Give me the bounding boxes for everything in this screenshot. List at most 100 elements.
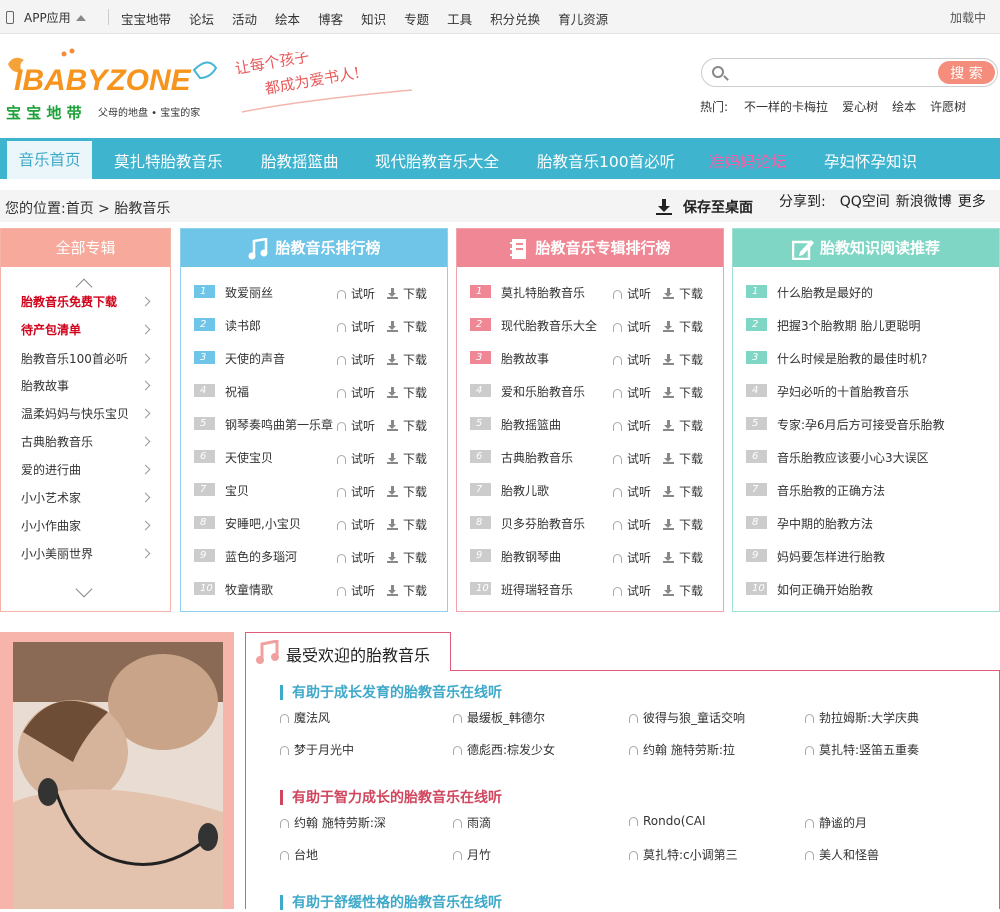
breadcrumb-home[interactable]: 首页 <box>66 201 94 217</box>
try-listen-button[interactable]: 试听 <box>337 285 375 302</box>
list-item-title[interactable]: 祝福 <box>225 383 249 400</box>
try-listen-button[interactable]: 试听 <box>337 450 375 467</box>
download-button[interactable]: 下载 <box>387 384 427 401</box>
try-listen-button[interactable]: 试听 <box>337 318 375 335</box>
try-listen-button[interactable]: 试听 <box>337 516 375 533</box>
popular-section-title[interactable]: 有助于成长发育的胎教音乐在线听 <box>280 682 502 702</box>
download-button[interactable]: 下载 <box>387 417 427 434</box>
top-nav-item[interactable]: 博客 <box>318 9 343 28</box>
download-button[interactable]: 下载 <box>387 483 427 500</box>
list-item-title[interactable]: 妈妈要怎样进行胎教 <box>777 548 885 565</box>
top-nav-item[interactable]: 宝宝地带 <box>121 9 171 28</box>
nav-item-forum[interactable]: 准妈妈论坛 <box>709 150 787 172</box>
song-item[interactable]: 莫扎特:竖笛五重奏 <box>805 741 919 758</box>
try-listen-button[interactable]: 试听 <box>613 351 651 368</box>
list-item-title[interactable]: 爱和乐胎教音乐 <box>501 383 585 400</box>
list-item-title[interactable]: 蓝色的多瑙河 <box>225 548 297 565</box>
download-button[interactable]: 下载 <box>663 417 703 434</box>
list-item-title[interactable]: 孕中期的胎教方法 <box>777 515 873 532</box>
song-item[interactable]: 台地 <box>280 846 318 863</box>
list-item-title[interactable]: 胎教故事 <box>501 350 549 367</box>
list-item-title[interactable]: 致爱丽丝 <box>225 284 273 301</box>
list-item-title[interactable]: 班得瑞轻音乐 <box>501 581 573 598</box>
nav-item[interactable]: 胎教摇篮曲 <box>261 150 339 172</box>
hot-item[interactable]: 爱心树 <box>842 98 878 115</box>
site-logo[interactable]: IBABYZONE 宝 宝 地 带 父母的地盘 • 宝宝的家 <box>4 48 218 120</box>
hot-item[interactable]: 绘本 <box>892 98 916 115</box>
try-listen-button[interactable]: 试听 <box>613 450 651 467</box>
try-listen-button[interactable]: 试听 <box>337 351 375 368</box>
list-item-title[interactable]: 专家:孕6月后方可接受音乐胎教 <box>777 416 945 433</box>
download-button[interactable]: 下载 <box>663 483 703 500</box>
list-item-title[interactable]: 古典胎教音乐 <box>501 449 573 466</box>
share-weibo[interactable]: 新浪微博 <box>896 191 952 211</box>
list-item-title[interactable]: 钢琴奏鸣曲第一乐章 <box>225 416 333 433</box>
search-input[interactable] <box>732 63 932 83</box>
try-listen-button[interactable]: 试听 <box>613 483 651 500</box>
share-qzone[interactable]: QQ空间 <box>840 191 890 211</box>
top-nav-item[interactable]: 绘本 <box>275 9 300 28</box>
song-item[interactable]: 静谧的月 <box>805 814 867 831</box>
list-item-title[interactable]: 孕妇必听的十首胎教音乐 <box>777 383 909 400</box>
download-button[interactable]: 下载 <box>663 384 703 401</box>
popular-section-title[interactable]: 有助于智力成长的胎教音乐在线听 <box>280 787 502 807</box>
list-item-title[interactable]: 莫扎特胎教音乐 <box>501 284 585 301</box>
download-button[interactable]: 下载 <box>663 351 703 368</box>
list-item-title[interactable]: 天使宝贝 <box>225 449 273 466</box>
download-button[interactable]: 下载 <box>387 582 427 599</box>
list-item-title[interactable]: 天使的声音 <box>225 350 285 367</box>
song-item[interactable]: 约翰 施特劳斯:拉 <box>629 741 735 758</box>
download-button[interactable]: 下载 <box>387 516 427 533</box>
song-item[interactable]: 魔法风 <box>280 709 330 726</box>
try-listen-button[interactable]: 试听 <box>613 516 651 533</box>
song-item[interactable]: 德彪西:棕发少女 <box>453 741 555 758</box>
nav-item[interactable]: 莫扎特胎教音乐 <box>114 150 223 172</box>
top-nav-item[interactable]: 积分兑换 <box>490 9 540 28</box>
song-item[interactable]: 雨滴 <box>453 814 491 831</box>
save-to-desktop[interactable]: 保存至桌面 <box>655 197 753 217</box>
list-item-title[interactable]: 音乐胎教的正确方法 <box>777 482 885 499</box>
song-item[interactable]: 约翰 施特劳斯:深 <box>280 814 386 831</box>
list-item-title[interactable]: 什么胎教是最好的 <box>777 284 873 301</box>
top-nav-item[interactable]: 育儿资源 <box>558 9 608 28</box>
search-button[interactable]: 搜 索 <box>938 61 995 84</box>
download-button[interactable]: 下载 <box>663 450 703 467</box>
list-item-title[interactable]: 胎教钢琴曲 <box>501 548 561 565</box>
download-button[interactable]: 下载 <box>387 318 427 335</box>
hot-item[interactable]: 不一样的卡梅拉 <box>744 98 828 115</box>
try-listen-button[interactable]: 试听 <box>613 384 651 401</box>
download-button[interactable]: 下载 <box>663 549 703 566</box>
download-button[interactable]: 下载 <box>387 549 427 566</box>
nav-item[interactable]: 胎教音乐100首必听 <box>537 150 675 172</box>
top-nav-item[interactable]: 论坛 <box>189 9 214 28</box>
song-item[interactable]: 梦于月光中 <box>280 741 354 758</box>
top-nav-item[interactable]: 专题 <box>404 9 429 28</box>
list-item-title[interactable]: 如何正确开始胎教 <box>777 581 873 598</box>
list-item-title[interactable]: 音乐胎教应该要小心3大误区 <box>777 449 929 466</box>
song-item[interactable]: 彼得与狼_童话交响 <box>629 709 745 726</box>
list-item-title[interactable]: 安睡吧,小宝贝 <box>225 515 301 532</box>
list-item-title[interactable]: 贝多芬胎教音乐 <box>501 515 585 532</box>
popular-section-title[interactable]: 有助于舒缓性格的胎教音乐在线听 <box>280 892 502 912</box>
scroll-down-icon[interactable] <box>75 580 93 598</box>
song-item[interactable]: Rondo(CAI <box>629 814 706 828</box>
list-item-title[interactable]: 读书郎 <box>225 317 261 334</box>
app-menu[interactable]: APP应用 <box>6 9 86 26</box>
download-button[interactable]: 下载 <box>387 351 427 368</box>
top-nav-item[interactable]: 知识 <box>361 9 386 28</box>
top-nav-item[interactable]: 工具 <box>447 9 472 28</box>
download-button[interactable]: 下载 <box>663 318 703 335</box>
download-button[interactable]: 下载 <box>387 450 427 467</box>
download-button[interactable]: 下载 <box>387 285 427 302</box>
nav-item[interactable]: 孕妇怀孕知识 <box>824 150 917 172</box>
song-item[interactable]: 莫扎特:c小调第三 <box>629 846 738 863</box>
list-item-title[interactable]: 什么时候是胎教的最佳时机? <box>777 350 927 367</box>
try-listen-button[interactable]: 试听 <box>337 384 375 401</box>
song-item[interactable]: 勃拉姆斯:大学庆典 <box>805 709 919 726</box>
nav-item[interactable]: 现代胎教音乐大全 <box>375 150 499 172</box>
try-listen-button[interactable]: 试听 <box>337 549 375 566</box>
list-item-title[interactable]: 现代胎教音乐大全 <box>501 317 597 334</box>
song-item[interactable]: 最缓板_韩德尔 <box>453 709 545 726</box>
try-listen-button[interactable]: 试听 <box>337 417 375 434</box>
list-item-title[interactable]: 把握3个胎教期 胎儿更聪明 <box>777 317 920 334</box>
